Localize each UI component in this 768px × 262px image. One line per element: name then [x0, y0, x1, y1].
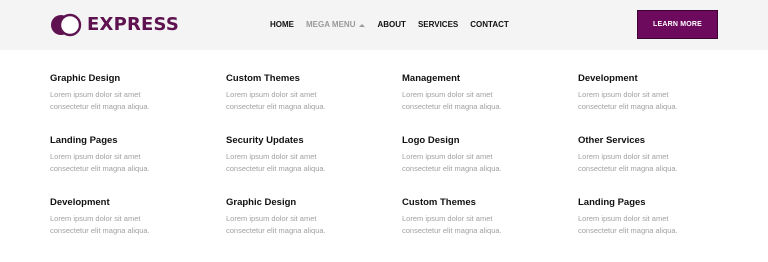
- mega-menu-item-description: Lorem ipsum dolor sit amet consectetur e…: [226, 214, 326, 235]
- mega-menu-item[interactable]: Logo Design Lorem ipsum dolor sit amet c…: [402, 134, 578, 196]
- nav-item-contact[interactable]: CONTACT: [470, 19, 509, 31]
- mega-menu-item-description: Lorem ipsum dolor sit amet consectetur e…: [578, 90, 678, 111]
- mega-menu-item-title: Security Updates: [226, 135, 304, 146]
- mega-menu-item-description: Lorem ipsum dolor sit amet consectetur e…: [226, 90, 326, 111]
- mega-menu-item[interactable]: Custom Themes Lorem ipsum dolor sit amet…: [402, 196, 578, 258]
- caret-up-icon: [359, 23, 366, 27]
- mega-menu-item-description: Lorem ipsum dolor sit amet consectetur e…: [402, 214, 502, 235]
- mega-menu-item[interactable]: Management Lorem ipsum dolor sit amet co…: [402, 72, 578, 134]
- mega-menu-item-title: Graphic Design: [226, 197, 297, 208]
- mega-menu-item[interactable]: Graphic Design Lorem ipsum dolor sit ame…: [226, 196, 402, 258]
- nav-item-services[interactable]: SERVICES: [418, 19, 458, 31]
- mega-menu-item-description: Lorem ipsum dolor sit amet consectetur e…: [578, 152, 678, 173]
- mega-menu-item-title: Landing Pages: [50, 135, 118, 146]
- mega-menu-item-title: Management: [402, 73, 461, 84]
- mega-menu-item-description: Lorem ipsum dolor sit amet consectetur e…: [402, 152, 502, 173]
- mega-menu-item-description: Lorem ipsum dolor sit amet consectetur e…: [50, 90, 150, 111]
- mega-menu-item[interactable]: Custom Themes Lorem ipsum dolor sit amet…: [226, 72, 402, 134]
- mega-menu-item-title: Logo Design: [402, 135, 460, 146]
- mega-menu-item-title: Development: [578, 73, 638, 84]
- main-nav: HOME MEGA MENU ABOUT SERVICES CONTACT: [270, 19, 521, 31]
- nav-item-label: CONTACT: [470, 20, 509, 29]
- mega-menu-item[interactable]: Development Lorem ipsum dolor sit amet c…: [578, 72, 750, 134]
- mega-menu-item-title: Development: [50, 197, 110, 208]
- mega-menu-item-title: Landing Pages: [578, 197, 646, 208]
- mega-menu-item-description: Lorem ipsum dolor sit amet consectetur e…: [226, 152, 326, 173]
- mega-menu-item[interactable]: Landing Pages Lorem ipsum dolor sit amet…: [50, 134, 226, 196]
- mega-menu-item[interactable]: Graphic Design Lorem ipsum dolor sit ame…: [50, 72, 226, 134]
- mega-menu-grid: Graphic Design Lorem ipsum dolor sit ame…: [50, 72, 750, 258]
- mega-menu-item[interactable]: Security Updates Lorem ipsum dolor sit a…: [226, 134, 402, 196]
- nav-item-about[interactable]: ABOUT: [377, 19, 405, 31]
- mega-menu-item[interactable]: Development Lorem ipsum dolor sit amet c…: [50, 196, 226, 258]
- brand-logo[interactable]: EXPRESS: [50, 12, 179, 38]
- learn-more-button[interactable]: LEARN MORE: [637, 10, 718, 39]
- nav-item-label: MEGA MENU: [306, 20, 356, 29]
- mega-menu-panel: Graphic Design Lorem ipsum dolor sit ame…: [50, 72, 750, 258]
- mega-menu-item[interactable]: Landing Pages Lorem ipsum dolor sit amet…: [578, 196, 750, 258]
- brand-name: EXPRESS: [87, 14, 180, 35]
- site-header: EXPRESS HOME MEGA MENU ABOUT SERVICES CO…: [0, 0, 768, 50]
- nav-item-label: ABOUT: [377, 20, 406, 29]
- mega-menu-item-title: Custom Themes: [402, 197, 476, 208]
- mega-menu-item-title: Custom Themes: [226, 73, 300, 84]
- mega-menu-item-description: Lorem ipsum dolor sit amet consectetur e…: [50, 214, 150, 235]
- mega-menu-item-title: Other Services: [578, 135, 646, 146]
- nav-item-home[interactable]: HOME: [270, 19, 294, 31]
- mega-menu-item-description: Lorem ipsum dolor sit amet consectetur e…: [50, 152, 150, 173]
- brand-mark-icon: [51, 13, 82, 37]
- mega-menu-item-description: Lorem ipsum dolor sit amet consectetur e…: [578, 214, 678, 235]
- mega-menu-item-description: Lorem ipsum dolor sit amet consectetur e…: [402, 90, 502, 111]
- nav-item-label: HOME: [270, 20, 294, 29]
- mega-menu-item[interactable]: Other Services Lorem ipsum dolor sit ame…: [578, 134, 750, 196]
- nav-item-label: SERVICES: [417, 20, 459, 29]
- mega-menu-item-title: Graphic Design: [50, 73, 121, 84]
- nav-item-mega-menu[interactable]: MEGA MENU: [306, 19, 366, 31]
